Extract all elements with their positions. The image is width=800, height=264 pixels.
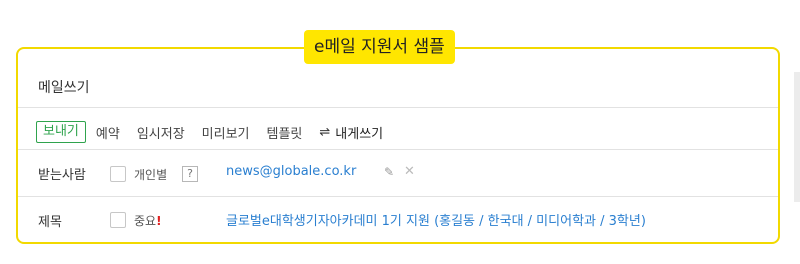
save-draft-button[interactable]: 임시저장 xyxy=(137,123,185,142)
compose-toolbar: 보내기 예약 임시저장 미리보기 템플릿 ⇌ 내게쓰기 xyxy=(36,119,778,145)
important-label-text: 중요 xyxy=(134,214,157,228)
important-label: 중요! xyxy=(134,212,162,229)
divider xyxy=(18,196,778,197)
write-to-self-label: 내게쓰기 xyxy=(335,126,384,142)
side-scroll-edge xyxy=(794,72,800,202)
swap-icon: ⇌ xyxy=(319,124,331,140)
write-to-self-button[interactable]: ⇌ 내게쓰기 xyxy=(319,123,383,142)
mail-compose-panel: 메일쓰기 보내기 예약 임시저장 미리보기 템플릿 ⇌ 내게쓰기 받는사람 개인… xyxy=(16,47,780,244)
important-checkbox[interactable] xyxy=(110,212,126,228)
recipient-label: 받는사람 xyxy=(38,168,86,183)
template-button[interactable]: 템플릿 xyxy=(267,123,303,142)
required-mark: ! xyxy=(156,214,162,228)
close-icon[interactable]: ✕ xyxy=(404,164,415,179)
preview-button[interactable]: 미리보기 xyxy=(202,123,250,142)
divider xyxy=(18,107,778,108)
individual-checkbox[interactable] xyxy=(110,166,126,182)
divider xyxy=(18,149,778,150)
help-icon[interactable]: ? xyxy=(182,166,198,182)
sample-title-badge: e메일 지원서 샘플 xyxy=(304,30,455,64)
recipient-address[interactable]: news@globale.co.kr xyxy=(226,164,356,179)
individual-label: 개인별 xyxy=(134,168,168,182)
subject-input[interactable]: 글로벌e대학생기자아카데미 1기 지원 (홍길동 / 한국대 / 미디어학과 /… xyxy=(226,210,646,229)
reserve-button[interactable]: 예약 xyxy=(96,123,120,142)
subject-label: 제목 xyxy=(38,215,62,230)
pencil-icon[interactable]: ✎ xyxy=(384,165,394,179)
send-button[interactable]: 보내기 xyxy=(36,121,86,143)
mail-compose-title: 메일쓰기 xyxy=(38,80,90,96)
